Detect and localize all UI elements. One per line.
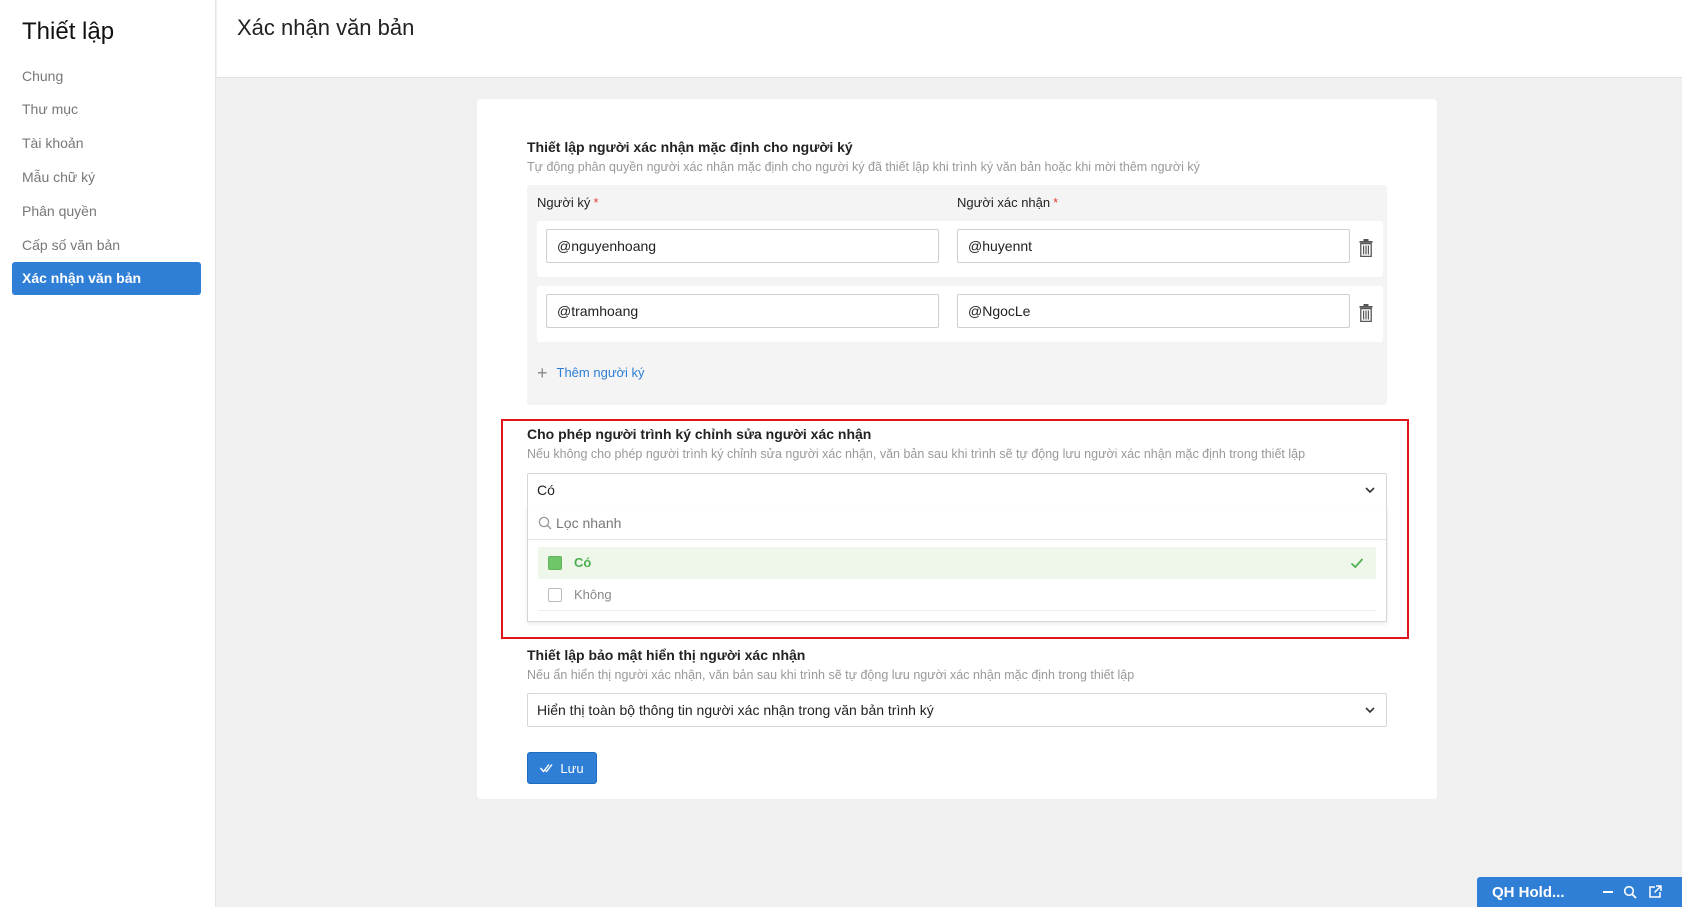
add-signer-label: Thêm người ký (556, 365, 645, 380)
double-check-icon (540, 764, 553, 773)
sidebar-title: Thiết lập (22, 18, 115, 45)
add-signer-button[interactable]: + Thêm người ký (537, 362, 645, 383)
privacy-title: Thiết lập bảo mật hiển thị người xác nhậ… (527, 647, 806, 663)
required-mark: * (593, 195, 599, 210)
sidebar-item-thu-muc[interactable]: Thư mục (12, 93, 201, 126)
signer-row (537, 286, 1383, 342)
external-link-icon[interactable] (1648, 885, 1662, 899)
sidebar-item-mau-chu-ky[interactable]: Mẫu chữ ký (12, 161, 201, 194)
privacy-selected-value: Hiển thị toàn bộ thông tin người xác nhậ… (537, 702, 934, 718)
confirmer-input[interactable] (957, 229, 1350, 263)
confirmer-column-label: Người xác nhận (957, 195, 1051, 210)
sidebar-item-tai-khoan[interactable]: Tài khoản (12, 127, 201, 160)
default-confirmer-description: Tự động phân quyền người xác nhận mặc đị… (527, 160, 1200, 174)
sidebar-item-cap-so-van-ban[interactable]: Cấp số văn bản (12, 229, 201, 262)
page-header: Xác nhận văn bản (217, 0, 1682, 78)
confirmer-column-header: Người xác nhận * (957, 195, 1058, 210)
plus-icon: + (537, 362, 548, 383)
sidebar-item-chung[interactable]: Chung (12, 60, 201, 93)
signer-column-header: Người ký * (537, 195, 598, 210)
signer-input[interactable] (546, 229, 939, 263)
trash-icon[interactable] (1359, 304, 1373, 322)
highlight-box (501, 419, 1409, 639)
minimize-icon[interactable] (1601, 885, 1615, 899)
chat-widget[interactable]: QH Hold... (1477, 877, 1682, 907)
save-label: Lưu (560, 760, 584, 776)
save-button[interactable]: Lưu (527, 752, 597, 784)
privacy-select[interactable]: Hiển thị toàn bộ thông tin người xác nhậ… (527, 693, 1387, 727)
page-title: Xác nhận văn bản (237, 15, 415, 40)
sidebar-item-phan-quyen[interactable]: Phân quyền (12, 195, 201, 228)
sidebar-item-xac-nhan-van-ban[interactable]: Xác nhận văn bản (12, 262, 201, 295)
required-mark: * (1053, 195, 1059, 210)
signer-column-label: Người ký (537, 195, 591, 210)
settings-card: Thiết lập người xác nhận mặc định cho ng… (477, 99, 1437, 799)
search-icon[interactable] (1623, 885, 1637, 899)
signer-row (537, 221, 1383, 277)
confirmer-input[interactable] (957, 294, 1350, 328)
signer-input[interactable] (546, 294, 939, 328)
signers-box: Người ký * Người xác nhận * @nguyenhoang… (527, 185, 1387, 405)
sidebar: Thiết lập Chung Thư mục Tài khoản Mẫu ch… (0, 0, 216, 907)
privacy-description: Nếu ẩn hiển thị người xác nhận, văn bản … (527, 668, 1135, 682)
default-confirmer-title: Thiết lập người xác nhận mặc định cho ng… (527, 139, 853, 155)
trash-icon[interactable] (1359, 239, 1373, 257)
chat-title: QH Hold... (1492, 884, 1565, 901)
chevron-down-icon (1365, 707, 1375, 714)
